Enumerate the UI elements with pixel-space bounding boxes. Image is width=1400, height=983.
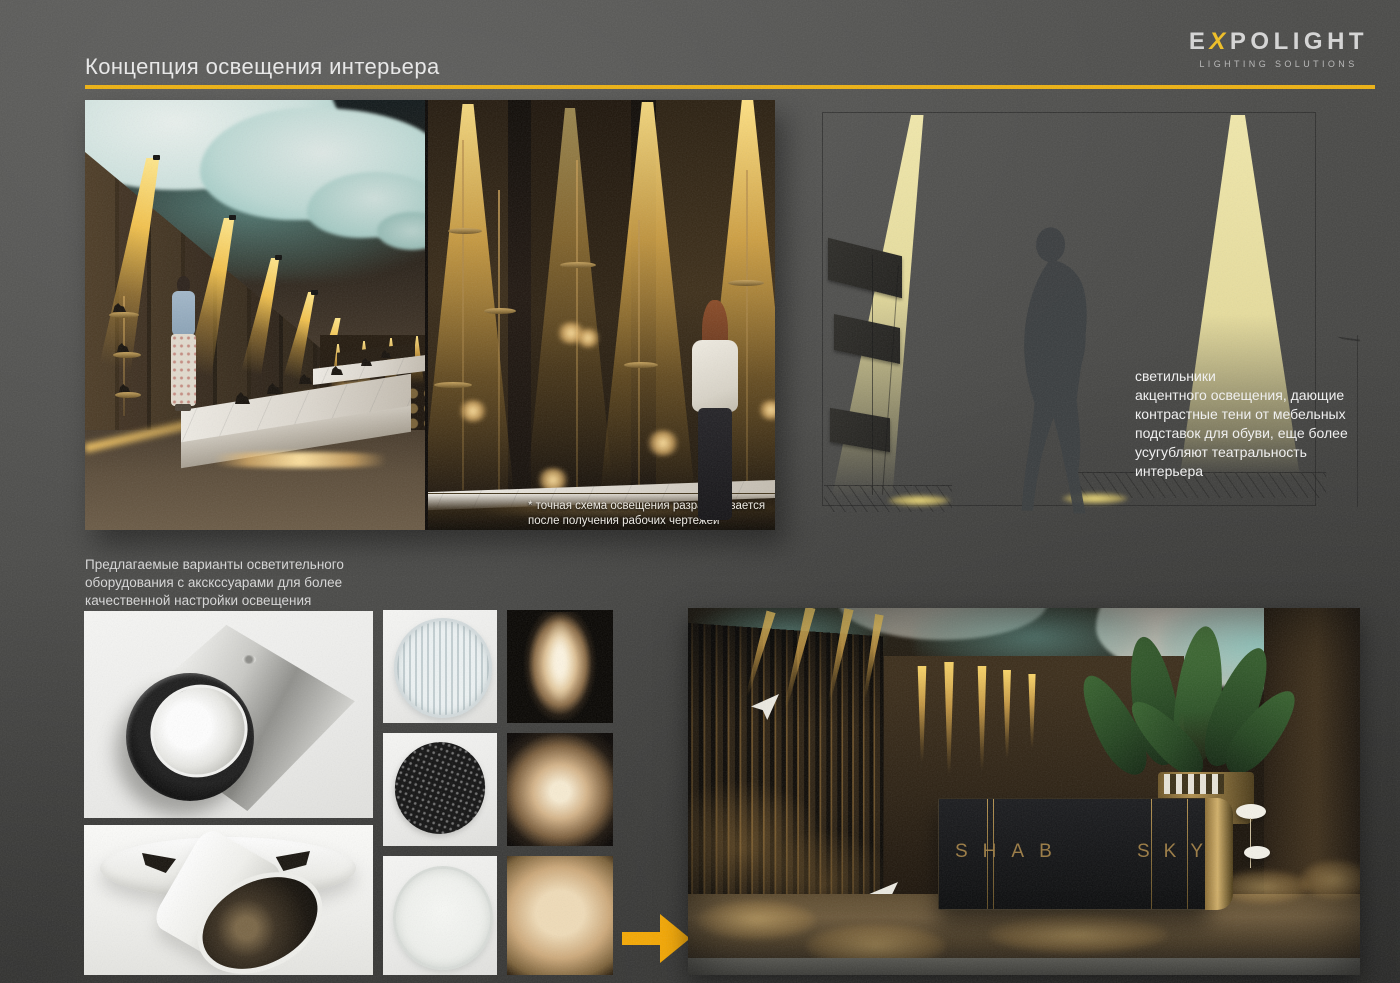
photo-wide-beam-pattern — [507, 856, 613, 975]
person-top — [172, 291, 195, 336]
intro-line: оборудования с акскссуарами для более — [85, 574, 344, 592]
accent-underline — [85, 85, 1375, 89]
annotation-line: контрастные тени от мебельных — [1135, 405, 1375, 424]
beam-spot — [537, 618, 583, 714]
track-spotlight — [229, 215, 236, 220]
honeycomb-louver — [383, 733, 497, 846]
person-figure — [169, 276, 199, 431]
equipment-intro: Предлагаемые варианты осветительного обо… — [85, 556, 344, 610]
display-disc — [448, 228, 482, 234]
intro-line: качественной настройки освещения — [85, 592, 344, 610]
glowing-shoe — [458, 400, 488, 422]
brand-tagline: LIGHTING SOLUTIONS — [1182, 59, 1375, 69]
shelf-disc — [115, 392, 141, 398]
annotation-line: интерьера — [1135, 462, 1375, 481]
shelf-disc — [109, 312, 139, 318]
photo-honeycomb-louver — [383, 733, 497, 846]
brand-logo: EXPOLIGHT LIGHTING SOLUTIONS — [1182, 28, 1375, 69]
beam-spot — [507, 856, 613, 975]
display-pole — [462, 140, 464, 490]
display-pole — [638, 220, 640, 490]
photo-round-beam-pattern — [507, 733, 613, 846]
glowing-shoe — [576, 328, 600, 348]
display-pole — [498, 190, 500, 490]
brand-wordmark: EXPOLIGHT — [1182, 28, 1375, 56]
interior-render-main: * точная схема освещения разрабатывается… — [85, 100, 775, 530]
person-blouse — [692, 340, 738, 412]
shelf-disc — [113, 352, 141, 358]
person-figure — [686, 300, 752, 530]
brand-letter-e: E — [1189, 28, 1210, 55]
floor-glow-strip — [888, 495, 950, 506]
underglow — [185, 452, 415, 468]
arrow-head — [660, 914, 690, 963]
photo-ribbed-spread-lens — [383, 610, 497, 723]
lightning-x-icon: X — [1209, 28, 1230, 55]
person-feet — [175, 404, 191, 411]
intro-line: Предлагаемые варианты осветительного — [85, 556, 344, 574]
annotation-line: подставок для обуви, еще более — [1135, 424, 1375, 443]
display-disc — [560, 262, 596, 268]
clear-lens — [393, 866, 493, 970]
display-disc — [728, 280, 764, 286]
glowing-shoe — [646, 430, 680, 456]
store-perspective-scene — [85, 100, 425, 530]
interior-render-reception: SHAB SKY — [688, 608, 1360, 975]
display-disc — [484, 308, 516, 314]
display-disc — [624, 362, 658, 368]
annotation-line: усугубляют театральность — [1135, 443, 1375, 462]
lighting-concept-sketch: светильники акцентного освещения, дающие… — [820, 95, 1365, 515]
display-disc — [434, 382, 472, 388]
arrow-shaft — [622, 932, 662, 945]
presentation-slide: Концепция освещения интерьера EXPOLIGHT … — [0, 0, 1400, 983]
photo-narrow-oval-beam-pattern — [507, 610, 613, 723]
photo-recessed-square-gimbal-spotlight — [84, 611, 373, 818]
photo-recessed-round-adjustable-spotlight — [84, 825, 373, 975]
photo-clear-lens — [383, 856, 497, 975]
sketch-shelf-wire — [872, 255, 873, 495]
annotation-line: акцентного освещения, дающие — [1135, 386, 1375, 405]
annotation-line: светильники — [1135, 367, 1375, 386]
fixture-screw-hole — [242, 655, 256, 664]
person-trousers — [698, 408, 732, 520]
render-vignette — [688, 608, 1360, 975]
person-skirt — [171, 334, 196, 406]
display-closeup-scene: * точная схема освещения разрабатывается… — [425, 100, 775, 530]
sketch-annotation: светильники акцентного освещения, дающие… — [1135, 367, 1375, 481]
beam-spot — [507, 733, 613, 846]
brand-letters-polight: POLIGHT — [1230, 28, 1368, 55]
ribbed-lens — [394, 618, 492, 718]
track-spotlight — [153, 155, 160, 160]
track-spotlight — [311, 290, 318, 295]
track-spotlight — [275, 255, 282, 260]
person-silhouette — [972, 223, 1132, 528]
page-title: Концепция освещения интерьера — [85, 54, 440, 80]
